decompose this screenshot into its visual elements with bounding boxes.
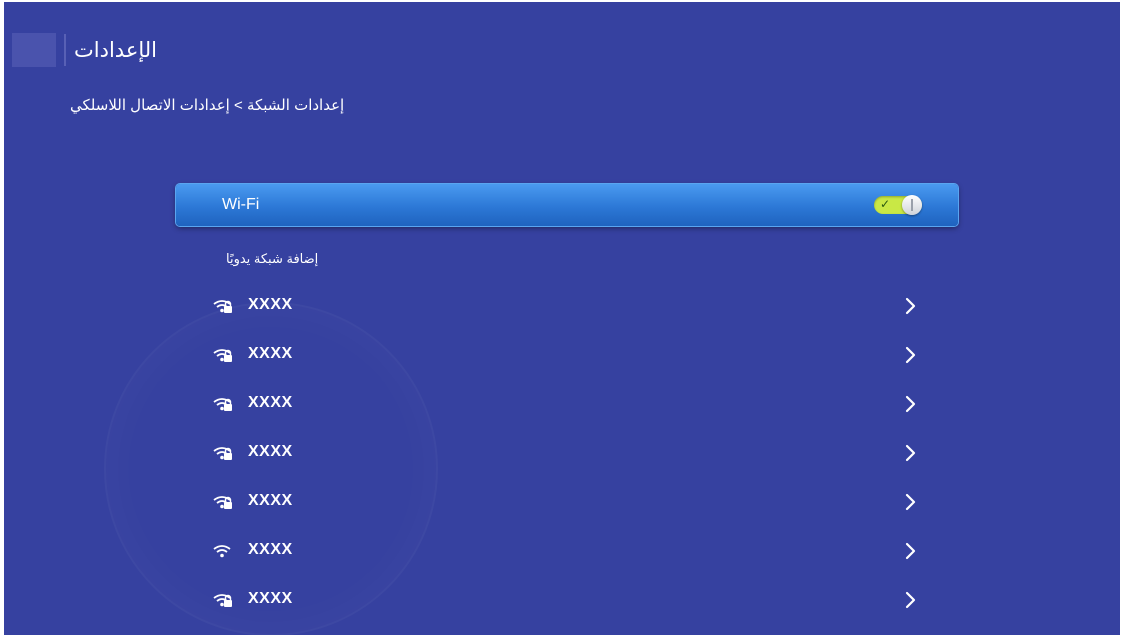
chevron-right-icon	[904, 492, 918, 512]
network-item[interactable]: XXXX	[204, 290, 934, 322]
network-item[interactable]: XXXX	[204, 437, 934, 469]
wifi-icon	[212, 544, 232, 558]
chevron-right-icon	[904, 541, 918, 561]
wifi-lock-icon	[212, 397, 232, 411]
network-name: XXXX	[248, 590, 293, 607]
chevron-right-icon	[904, 590, 918, 610]
chevron-right-icon	[904, 345, 918, 365]
wifi-lock-icon	[212, 593, 232, 607]
network-name: XXXX	[248, 296, 293, 313]
add-network-manually[interactable]: إضافة شبكة يدويًا	[226, 251, 318, 267]
page-title: الإعدادات	[74, 38, 157, 62]
wifi-lock-icon	[212, 299, 232, 313]
network-name: XXXX	[248, 394, 293, 411]
settings-screen: الإعدادات إعدادات الشبكة > إعدادات الاتص…	[4, 2, 1120, 635]
network-item[interactable]: XXXX	[204, 486, 934, 518]
switch-knob	[902, 195, 922, 215]
header: الإعدادات	[12, 32, 157, 68]
network-name: XXXX	[248, 443, 293, 460]
chevron-right-icon	[904, 443, 918, 463]
check-icon: ✓	[880, 197, 891, 211]
wifi-lock-icon	[212, 348, 232, 362]
wifi-toggle-row[interactable]: Wi-Fi ✓	[176, 184, 958, 226]
wifi-lock-icon	[212, 495, 232, 509]
breadcrumb: إعدادات الشبكة > إعدادات الاتصال اللاسلك…	[70, 97, 345, 114]
network-item[interactable]: XXXX	[204, 584, 934, 616]
chevron-right-icon	[904, 394, 918, 414]
header-divider	[64, 34, 66, 66]
chevron-right-icon	[904, 296, 918, 316]
wifi-lock-icon	[212, 446, 232, 460]
network-name: XXXX	[248, 541, 293, 558]
network-item[interactable]: XXXX	[204, 388, 934, 420]
network-name: XXXX	[248, 345, 293, 362]
header-logo-tile	[12, 33, 56, 67]
network-item[interactable]: XXXX	[204, 339, 934, 371]
wifi-toggle-label: Wi-Fi	[222, 196, 260, 213]
network-name: XXXX	[248, 492, 293, 509]
network-item[interactable]: XXXX	[204, 535, 934, 567]
wifi-switch[interactable]: ✓	[874, 195, 922, 215]
